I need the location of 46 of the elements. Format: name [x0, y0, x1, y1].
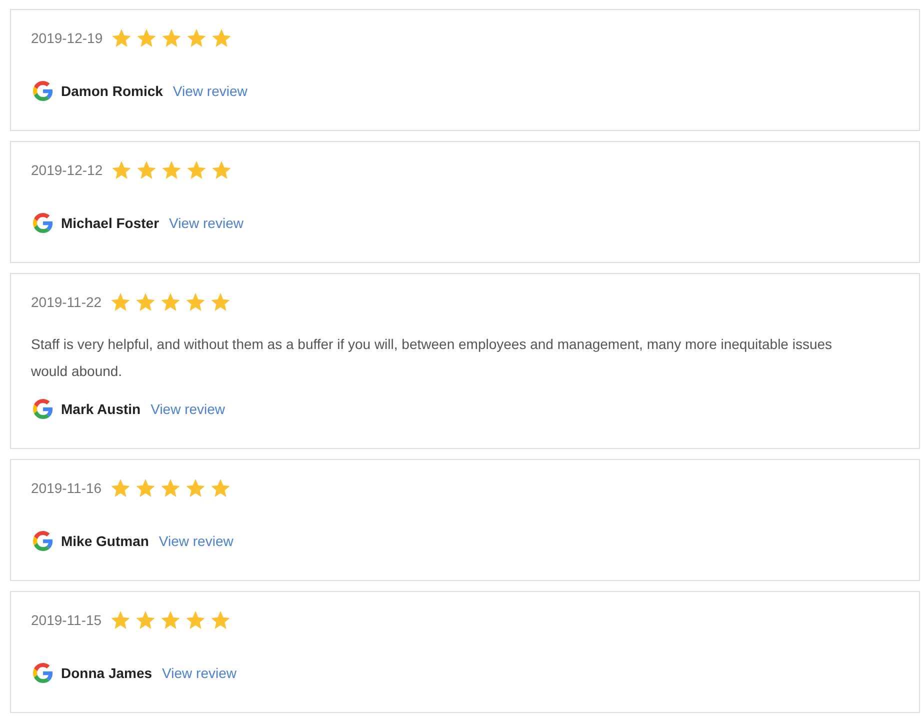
star-icon	[186, 611, 205, 629]
view-review-link[interactable]: View review	[172, 83, 248, 99]
star-icon	[136, 29, 156, 47]
reviewer-name: Damon Romick	[61, 83, 163, 99]
g-logo-icon	[33, 663, 53, 683]
review-date: 2019-12-12	[31, 162, 103, 178]
view-review-link[interactable]: View review	[158, 533, 234, 549]
g-logo-icon	[33, 81, 53, 101]
star-icon	[136, 479, 155, 497]
star-icon	[186, 161, 206, 179]
review-date: 2019-11-22	[31, 294, 102, 310]
star-icon	[210, 293, 230, 311]
star-icon	[162, 161, 181, 179]
star-icon	[210, 479, 230, 497]
star-icon	[110, 611, 130, 629]
star-icon	[212, 161, 231, 179]
reviewer-name: Mike Gutman	[61, 533, 149, 549]
g-logo-icon	[33, 531, 53, 551]
review-date: 2019-12-19	[31, 30, 103, 46]
reviewer-name: Mark Austin	[61, 401, 141, 417]
reviewer-name: Michael Foster	[61, 215, 160, 231]
review-date: 2019-11-15	[31, 612, 102, 628]
star-icon	[210, 611, 230, 629]
view-review-link[interactable]: View review	[162, 665, 236, 681]
star-icon	[160, 479, 180, 497]
star-icon	[186, 479, 205, 497]
star-icon	[110, 479, 130, 497]
star-icon	[136, 611, 155, 629]
star-icon	[160, 293, 180, 311]
reviewer-name: Donna James	[61, 665, 152, 681]
star-icon	[110, 293, 130, 311]
view-review-link[interactable]: View review	[169, 215, 244, 231]
star-icon	[136, 161, 156, 179]
star-icon	[212, 29, 231, 47]
g-logo-icon	[33, 399, 53, 419]
star-icon	[112, 161, 131, 179]
star-icon	[186, 29, 206, 47]
review-date: 2019-11-16	[31, 480, 102, 496]
view-review-link[interactable]: View review	[150, 401, 226, 417]
star-icon	[186, 293, 205, 311]
review-text: Staff is very helpful, and without them as a buffer if you will, between employees and management, many more inequitable issues would abound.	[31, 335, 834, 381]
star-icon	[112, 29, 131, 47]
star-icon	[160, 611, 180, 629]
star-icon	[162, 29, 181, 47]
g-logo-icon	[33, 213, 53, 233]
star-icon	[136, 293, 155, 311]
